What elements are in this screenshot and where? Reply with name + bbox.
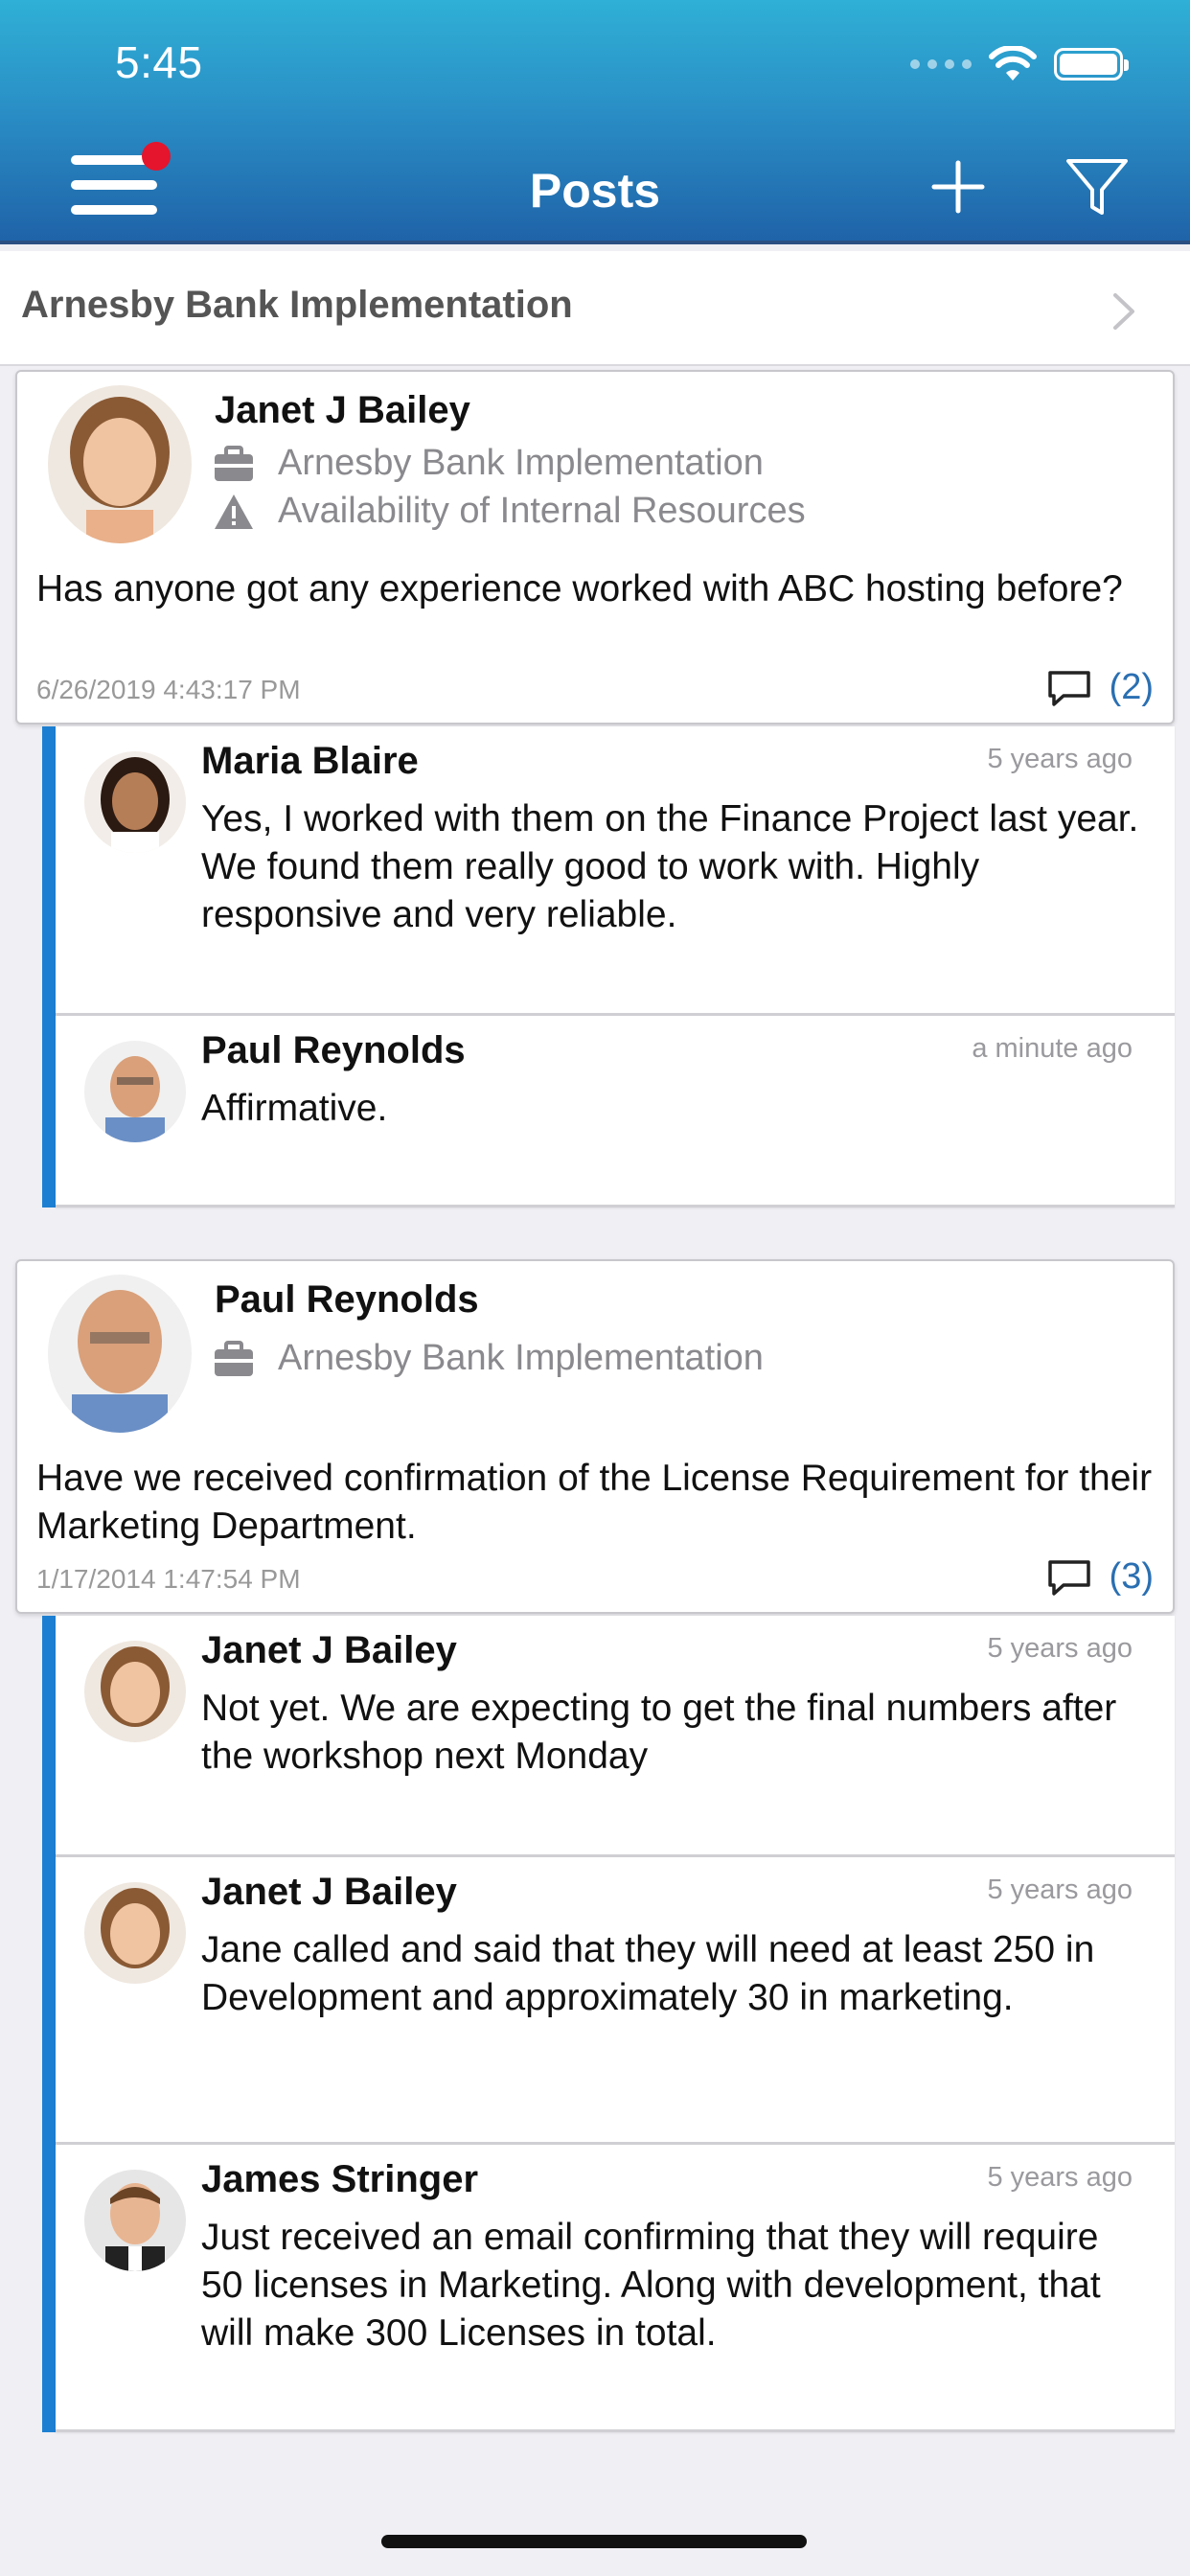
warning-icon bbox=[215, 494, 253, 529]
add-post-button[interactable] bbox=[929, 153, 987, 220]
comments-button[interactable]: (2) bbox=[1046, 667, 1154, 708]
reply-time: a minute ago bbox=[972, 1033, 1133, 1064]
project-name: Arnesby Bank Implementation bbox=[278, 443, 764, 483]
project-line[interactable]: Arnesby Bank Implementation bbox=[213, 443, 764, 484]
avatar bbox=[84, 1641, 186, 1742]
reply-item[interactable]: Paul Reynolds a minute ago Affirmative. bbox=[56, 1016, 1175, 1208]
chevron-right-icon bbox=[1113, 293, 1134, 330]
reply-time: 5 years ago bbox=[987, 1633, 1133, 1664]
nav-header: 5:45 Posts bbox=[0, 0, 1190, 244]
reply-text: Yes, I worked with them on the Finance P… bbox=[201, 798, 1139, 935]
briefcase-icon bbox=[215, 445, 253, 481]
reply-author: James Stringer bbox=[201, 2158, 479, 2200]
avatar bbox=[84, 2170, 186, 2271]
post-card[interactable]: Paul Reynolds Arnesby Bank Implementatio… bbox=[15, 1259, 1175, 1614]
post-author: Paul Reynolds bbox=[215, 1278, 479, 1321]
reply-text: Affirmative. bbox=[201, 1088, 388, 1129]
status-time: 5:45 bbox=[115, 37, 203, 87]
avatar bbox=[48, 385, 192, 543]
reply-author: Paul Reynolds bbox=[201, 1029, 466, 1071]
issue-line[interactable]: Availability of Internal Resources bbox=[213, 491, 806, 532]
post-body: Have we received confirmation of the Lic… bbox=[36, 1458, 1153, 1547]
reply-author: Maria Blaire bbox=[201, 740, 419, 782]
reply-text: Just received an email confirming that t… bbox=[201, 2217, 1101, 2354]
comment-count: (2) bbox=[1109, 667, 1154, 707]
status-icons bbox=[910, 46, 1129, 82]
comments-button[interactable]: (3) bbox=[1046, 1556, 1154, 1598]
home-indicator[interactable] bbox=[381, 2535, 807, 2548]
reply-time: 5 years ago bbox=[987, 744, 1133, 774]
reply-time: 5 years ago bbox=[987, 1874, 1133, 1905]
breadcrumb-label: Arnesby Bank Implementation bbox=[21, 284, 573, 326]
post-card[interactable]: Janet J Bailey Arnesby Bank Implementati… bbox=[15, 370, 1175, 724]
avatar bbox=[84, 1882, 186, 1984]
post-body: Has anyone got any experience worked wit… bbox=[36, 568, 1123, 610]
comment-count: (3) bbox=[1109, 1556, 1154, 1597]
avatar bbox=[48, 1275, 192, 1433]
comment-icon bbox=[1047, 1559, 1090, 1596]
filter-button[interactable] bbox=[1064, 153, 1131, 220]
reply-author: Janet J Bailey bbox=[201, 1871, 457, 1913]
reply-item[interactable]: Janet J Bailey 5 years ago Jane called a… bbox=[56, 1857, 1175, 2145]
avatar bbox=[84, 1041, 186, 1142]
signal-icon bbox=[910, 59, 972, 69]
reply-text: Jane called and said that they will need… bbox=[201, 1929, 1095, 2018]
project-breadcrumb[interactable]: Arnesby Bank Implementation bbox=[0, 251, 1190, 366]
reply-author: Janet J Bailey bbox=[201, 1629, 457, 1671]
issue-name: Availability of Internal Resources bbox=[278, 491, 806, 531]
battery-icon bbox=[1054, 48, 1129, 80]
page-title: Posts bbox=[529, 164, 661, 218]
project-line[interactable]: Arnesby Bank Implementation bbox=[213, 1338, 764, 1379]
comment-icon bbox=[1047, 670, 1090, 706]
reply-text: Not yet. We are expecting to get the fin… bbox=[201, 1688, 1117, 1777]
reply-list: Janet J Bailey 5 years ago Not yet. We a… bbox=[42, 1616, 1175, 2432]
reply-item[interactable]: Maria Blaire 5 years ago Yes, I worked w… bbox=[56, 726, 1175, 1016]
post-date: 1/17/2014 1:47:54 PM bbox=[36, 1564, 301, 1594]
wifi-icon bbox=[989, 46, 1037, 80]
reply-item[interactable]: James Stringer 5 years ago Just received… bbox=[56, 2145, 1175, 2432]
reply-time: 5 years ago bbox=[987, 2162, 1133, 2193]
briefcase-icon bbox=[215, 1340, 253, 1376]
reply-item[interactable]: Janet J Bailey 5 years ago Not yet. We a… bbox=[56, 1616, 1175, 1857]
reply-list: Maria Blaire 5 years ago Yes, I worked w… bbox=[42, 726, 1175, 1208]
post-date: 6/26/2019 4:43:17 PM bbox=[36, 675, 301, 704]
post-author: Janet J Bailey bbox=[215, 389, 470, 431]
project-name: Arnesby Bank Implementation bbox=[278, 1338, 764, 1378]
avatar bbox=[84, 751, 186, 853]
